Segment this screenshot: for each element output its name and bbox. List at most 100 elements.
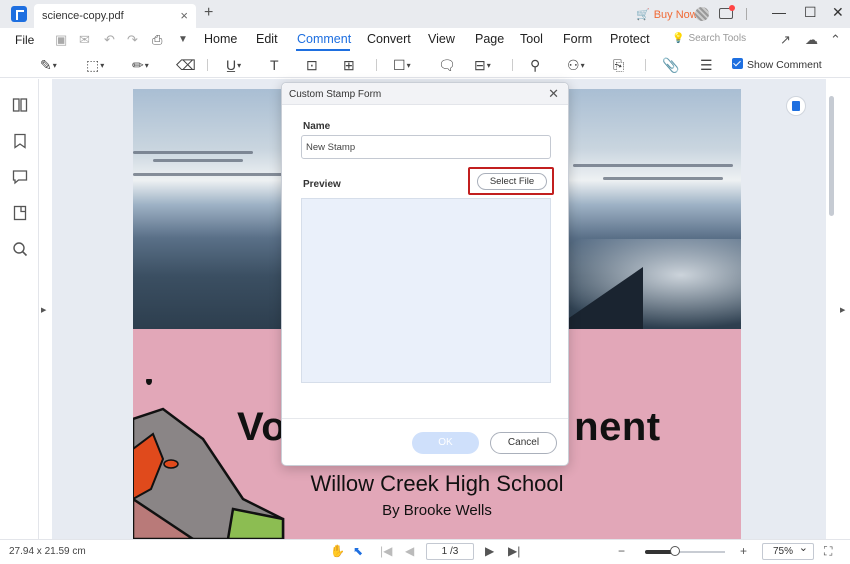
- cover-title-left: Vo: [237, 405, 287, 449]
- show-comment-toggle[interactable]: Show Comment: [732, 58, 822, 71]
- menu-convert[interactable]: Convert: [367, 32, 411, 46]
- maximize-icon[interactable]: ☐: [804, 4, 817, 21]
- cover-school: Willow Creek High School: [310, 471, 564, 496]
- page-dimensions: 27.94 x 21.59 cm: [9, 546, 86, 557]
- search-icon[interactable]: [12, 241, 28, 257]
- dialog-header: Custom Stamp Form ✕: [282, 83, 568, 105]
- thumbnails-icon[interactable]: [12, 97, 28, 113]
- minimize-icon[interactable]: —: [772, 4, 786, 20]
- buy-now-button[interactable]: 🛒 Buy Now: [636, 8, 698, 21]
- status-bar: 27.94 x 21.59 cm ✋ ⬉ |◀ ◀ 1 /3 ▶ ▶| − + …: [0, 539, 850, 564]
- underline-icon[interactable]: U̲▾: [226, 56, 241, 74]
- callout-icon[interactable]: ⊞: [343, 56, 355, 74]
- menu-home[interactable]: Home: [204, 32, 237, 46]
- comment-icon[interactable]: [12, 169, 28, 185]
- cloud-streak: [573, 164, 733, 167]
- dialog-close-icon[interactable]: ✕: [548, 86, 559, 102]
- menu-protect[interactable]: Protect: [610, 32, 650, 46]
- divider: [376, 59, 377, 71]
- stamp-name-input[interactable]: [301, 135, 551, 159]
- divider: [207, 59, 208, 71]
- stamp-preview-area: [301, 198, 551, 383]
- save-icon[interactable]: ▣: [55, 32, 67, 48]
- expand-sidebar-icon[interactable]: ▶: [41, 306, 46, 314]
- notification-dot: [729, 5, 735, 11]
- show-comment-label: Show Comment: [747, 59, 822, 71]
- cover-author: By Brooke Wells: [382, 502, 492, 519]
- menu-file[interactable]: File: [15, 33, 34, 47]
- last-page-icon[interactable]: ▶|: [508, 544, 520, 558]
- measure-icon[interactable]: ⊟▾: [474, 56, 491, 74]
- undo-icon[interactable]: ↶: [104, 32, 115, 48]
- select-tool-icon[interactable]: ⬉: [353, 544, 363, 558]
- zoom-out-icon[interactable]: −: [618, 544, 625, 558]
- cloud-upload-icon[interactable]: ☁: [805, 32, 818, 48]
- show-comment-checkbox[interactable]: [732, 58, 743, 69]
- zoom-in-icon[interactable]: +: [740, 544, 747, 558]
- select-file-button[interactable]: Select File: [477, 173, 547, 190]
- menu-view[interactable]: View: [428, 32, 455, 46]
- hand-tool-icon[interactable]: ✋: [330, 544, 345, 558]
- bookmark-icon[interactable]: [12, 133, 28, 149]
- cover-title-right: nent: [574, 405, 661, 449]
- translate-icon[interactable]: [786, 96, 806, 116]
- divider: [512, 59, 513, 71]
- scrollbar-thumb[interactable]: [829, 96, 834, 216]
- area-highlight-icon[interactable]: ⬚▾: [86, 56, 104, 74]
- app-logo-icon: [11, 6, 27, 22]
- left-sidebar: [0, 79, 39, 539]
- expand-right-panel-icon[interactable]: ▶: [840, 306, 845, 314]
- eraser-icon[interactable]: ⌫: [176, 56, 196, 74]
- menu-tool[interactable]: Tool: [520, 32, 543, 46]
- first-page-icon[interactable]: |◀: [380, 544, 392, 558]
- preview-label: Preview: [303, 179, 341, 190]
- cloud-streak: [603, 177, 723, 180]
- avatar[interactable]: [695, 7, 709, 21]
- cancel-button[interactable]: Cancel: [490, 432, 557, 454]
- paperclip-icon[interactable]: 📎: [662, 56, 679, 74]
- print-icon[interactable]: ⎙: [152, 32, 162, 48]
- custom-stamp-dialog: Custom Stamp Form ✕ Name Preview Select …: [281, 82, 569, 466]
- menu-form[interactable]: Form: [563, 32, 592, 46]
- attachment-stamp-icon[interactable]: ⎘: [613, 56, 624, 74]
- highlight-tool-icon[interactable]: ✎▾: [40, 56, 57, 74]
- signature-icon[interactable]: ⚇▾: [567, 56, 585, 74]
- cloud-streak: [133, 151, 253, 154]
- lightbulb-icon: 💡: [672, 33, 685, 44]
- email-icon[interactable]: ✉: [79, 32, 90, 48]
- zoom-slider-handle[interactable]: [670, 546, 680, 556]
- previous-page-icon[interactable]: ◀: [405, 544, 414, 558]
- document-tab[interactable]: science-copy.pdf ×: [34, 4, 196, 28]
- stamp-icon[interactable]: ⚲: [530, 56, 540, 74]
- text-icon[interactable]: T: [270, 56, 279, 74]
- close-tab-icon[interactable]: ×: [180, 8, 188, 23]
- divider: [746, 8, 747, 20]
- cloud-streak: [153, 159, 243, 162]
- search-tools-input[interactable]: 💡 Search Tools: [668, 33, 746, 44]
- cart-icon: 🛒: [636, 9, 650, 21]
- ok-button[interactable]: OK: [412, 432, 479, 454]
- menu-comment[interactable]: Comment: [297, 32, 351, 46]
- page-number-input[interactable]: 1 /3: [426, 543, 474, 560]
- text-box-icon[interactable]: ⊡: [306, 56, 318, 74]
- redo-icon[interactable]: ↷: [127, 32, 138, 48]
- attachment-icon[interactable]: [12, 205, 28, 221]
- new-tab-icon[interactable]: +: [204, 4, 213, 22]
- menu-page[interactable]: Page: [475, 32, 504, 46]
- share-icon[interactable]: ↗: [780, 32, 791, 48]
- title-bar: science-copy.pdf × + 🛒 Buy Now — ☐ ✕: [0, 0, 850, 28]
- fit-page-icon[interactable]: ⛶: [824, 544, 832, 559]
- collapse-ribbon-icon[interactable]: ⌃: [830, 32, 841, 48]
- comment-list-icon[interactable]: ☰: [700, 56, 713, 74]
- active-menu-indicator: [296, 49, 350, 51]
- quick-access-dropdown-icon[interactable]: ▼: [178, 34, 188, 45]
- close-window-icon[interactable]: ✕: [832, 4, 844, 21]
- shape-icon[interactable]: ☐▾: [393, 56, 411, 74]
- zoom-select[interactable]: 75%: [762, 541, 814, 560]
- note-icon[interactable]: 🗨: [438, 56, 456, 74]
- cloud-streak: [133, 173, 283, 176]
- next-page-icon[interactable]: ▶: [485, 544, 494, 558]
- buy-now-label: Buy Now: [653, 9, 698, 21]
- pencil-icon[interactable]: ✏▾: [132, 56, 149, 74]
- menu-edit[interactable]: Edit: [256, 32, 278, 46]
